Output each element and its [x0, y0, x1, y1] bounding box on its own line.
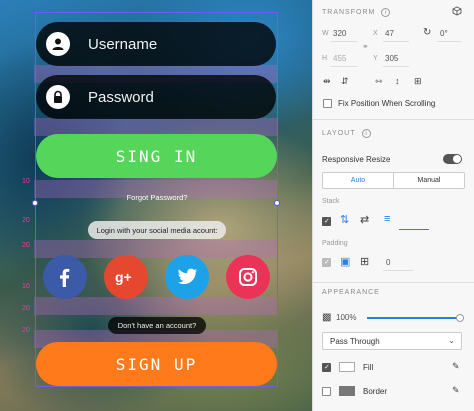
padding-underline — [383, 270, 413, 271]
opacity-icon: ▩ — [322, 312, 332, 323]
padding-input[interactable]: 0 — [386, 258, 390, 267]
rotation-input[interactable]: 0° — [440, 29, 448, 38]
cube-icon[interactable] — [452, 6, 462, 18]
border-checkbox[interactable] — [322, 387, 331, 396]
align-grid-icon[interactable]: ⊞ — [414, 76, 422, 87]
user-icon — [46, 32, 70, 56]
spacing-guide-value: 20 — [22, 327, 30, 334]
username-placeholder: Username — [88, 35, 158, 53]
opacity-input[interactable]: 100% — [336, 313, 356, 322]
transform-section-title: TRANSFORM i — [322, 8, 391, 17]
stack-vertical-icon[interactable]: ⇅ — [340, 213, 349, 226]
twitter-login-button[interactable] — [165, 255, 209, 299]
stack-spacing-underline — [399, 229, 429, 230]
width-underline — [331, 41, 357, 42]
google-plus-icon: g+ — [115, 269, 132, 285]
sign-up-button[interactable]: SIGN UP — [36, 342, 277, 386]
no-account-label: Don't have an account? — [108, 317, 206, 334]
lock-icon — [46, 85, 70, 109]
stack-checkbox[interactable] — [322, 217, 331, 226]
fill-color-swatch[interactable] — [339, 362, 355, 372]
resize-handle-left[interactable] — [32, 200, 38, 206]
stack-horizontal-icon[interactable]: ⇄ — [360, 213, 369, 226]
chevron-down-icon: ⌄ — [448, 336, 455, 345]
height-label: H — [322, 55, 328, 62]
x-underline — [383, 41, 409, 42]
resize-handle-right[interactable] — [274, 200, 280, 206]
height-underline — [331, 66, 357, 67]
section-divider — [313, 282, 474, 283]
opacity-slider-knob[interactable] — [456, 314, 464, 322]
spacing-guide-value: 10 — [22, 178, 30, 185]
resize-mode-manual[interactable]: Manual — [394, 173, 464, 188]
responsive-resize-label: Responsive Resize — [322, 155, 391, 164]
responsive-resize-toggle[interactable] — [443, 154, 462, 164]
x-label: X — [373, 30, 378, 37]
opacity-slider[interactable] — [367, 314, 464, 322]
instagram-icon — [239, 268, 257, 286]
border-label: Border — [363, 387, 388, 396]
password-placeholder: Password — [88, 88, 154, 106]
padding-label: Padding — [322, 240, 348, 247]
section-divider — [313, 119, 474, 120]
info-icon[interactable]: i — [361, 129, 371, 138]
flip-horizontal-icon[interactable]: ⇹ — [323, 76, 331, 87]
height-input[interactable]: 455 — [333, 54, 346, 63]
resize-mode-segmented[interactable]: Auto Manual — [322, 172, 465, 189]
fix-position-checkbox[interactable] — [323, 99, 332, 108]
distribute-vertical-icon[interactable]: ↕ — [395, 76, 400, 86]
x-input[interactable]: 47 — [385, 29, 394, 38]
flip-vertical-icon[interactable]: ⇵ — [341, 76, 349, 87]
facebook-login-button[interactable] — [43, 255, 87, 299]
forgot-password-link[interactable]: Forgot Password? — [122, 190, 192, 205]
width-input[interactable]: 320 — [333, 29, 346, 38]
twitter-icon — [177, 268, 198, 285]
stack-spacing-icon[interactable]: ≡ — [384, 213, 390, 225]
spacing-guide-value: 20 — [22, 305, 30, 312]
link-proportions-icon[interactable]: ⚭ — [362, 42, 369, 51]
spacing-guide-value: 10 — [22, 283, 30, 290]
blend-mode-value: Pass Through — [330, 337, 380, 346]
fix-position-label: Fix Position When Scrolling — [338, 99, 436, 108]
resize-mode-auto[interactable]: Auto — [323, 173, 394, 188]
fill-label: Fill — [363, 363, 374, 372]
blend-mode-select[interactable]: Pass Through ⌄ — [322, 332, 462, 350]
distribute-horizontal-icon[interactable]: ⇿ — [375, 76, 383, 87]
width-label: W — [322, 30, 329, 37]
spacing-guide-value: 20 — [22, 217, 30, 224]
svg-text:g+: g+ — [115, 269, 132, 285]
eyedropper-icon[interactable]: ✎ — [452, 385, 460, 396]
sign-in-button[interactable]: SING IN — [36, 134, 277, 178]
y-input[interactable]: 305 — [385, 54, 398, 63]
padding-checkbox[interactable] — [322, 258, 331, 267]
google-plus-login-button[interactable]: g+ — [104, 255, 148, 299]
password-field[interactable]: Password — [36, 75, 276, 119]
opacity-slider-fill — [367, 317, 461, 319]
username-field[interactable]: Username — [36, 22, 276, 66]
info-icon[interactable]: i — [381, 8, 391, 17]
eyedropper-icon[interactable]: ✎ — [452, 361, 460, 372]
design-canvas[interactable]: 10 20 20 10 20 20 Username Password SING… — [0, 0, 312, 411]
rotate-icon[interactable]: ↻ — [423, 27, 431, 38]
spacing-guide-value: 20 — [22, 242, 30, 249]
facebook-icon — [60, 268, 70, 287]
fill-checkbox[interactable] — [322, 363, 331, 372]
padding-uniform-icon[interactable]: ▣ — [340, 255, 350, 268]
rotation-underline — [437, 41, 461, 42]
y-underline — [383, 66, 409, 67]
social-login-prompt: Login with your social media acount: — [88, 221, 226, 239]
instagram-login-button[interactable] — [226, 255, 270, 299]
y-label: Y — [373, 55, 378, 62]
stack-label: Stack — [322, 198, 340, 205]
layout-section-title: LAYOUT i — [322, 129, 371, 138]
toggle-knob — [453, 155, 461, 163]
border-color-swatch[interactable] — [339, 386, 355, 396]
appearance-section-title: APPEARANCE — [322, 289, 380, 296]
padding-individual-icon[interactable]: ⊞ — [360, 255, 369, 268]
